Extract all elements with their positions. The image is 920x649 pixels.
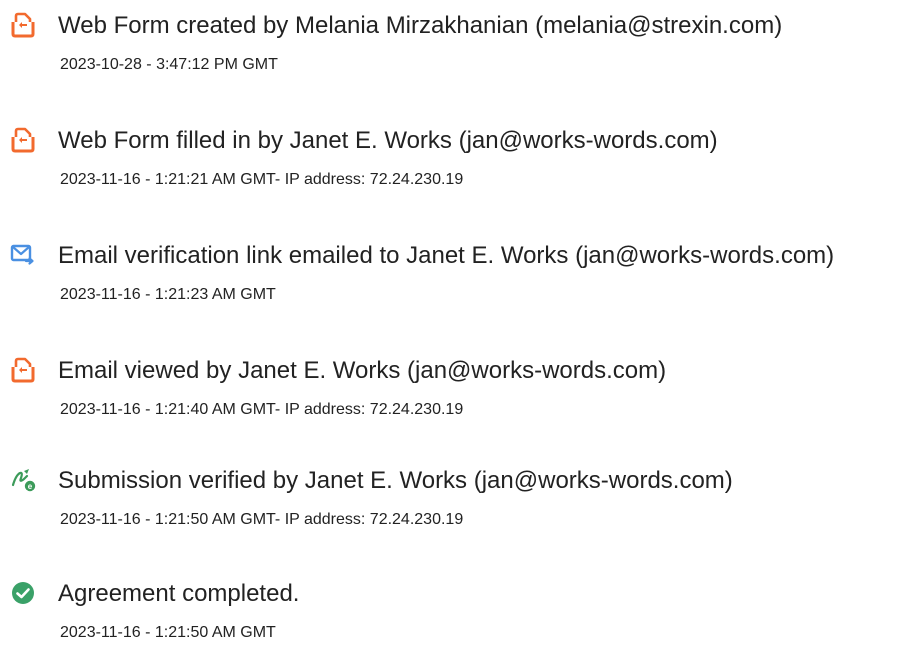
event-timestamp: 2023-11-16 - 1:21:21 AM GMT- IP address:…: [60, 171, 464, 188]
document-action-icon: [10, 127, 36, 153]
event-timestamp: 2023-11-16 - 1:21:40 AM GMT- IP address:…: [60, 401, 464, 418]
audit-event-submission-verified: e Submission verified by Janet E. Works …: [0, 467, 920, 547]
email-sent-icon: [10, 242, 36, 268]
audit-event-web-form-filled: Web Form filled in by Janet E. Works (ja…: [0, 127, 920, 207]
document-action-icon: [10, 12, 36, 38]
event-title: Web Form created by Melania Mirzakhanian…: [58, 12, 783, 39]
document-action-icon: [10, 357, 36, 383]
signature-verified-icon: e: [10, 467, 36, 493]
event-timestamp: 2023-10-28 - 3:47:12 PM GMT: [60, 56, 278, 73]
event-timestamp: 2023-11-16 - 1:21:50 AM GMT- IP address:…: [60, 511, 464, 528]
svg-text:e: e: [28, 482, 33, 491]
event-title: Agreement completed.: [58, 580, 300, 607]
event-title: Web Form filled in by Janet E. Works (ja…: [58, 127, 718, 154]
event-title: Submission verified by Janet E. Works (j…: [58, 467, 733, 494]
event-timestamp: 2023-11-16 - 1:21:23 AM GMT: [60, 286, 276, 303]
audit-event-email-verification-sent: Email verification link emailed to Janet…: [0, 242, 920, 322]
event-title: Email verification link emailed to Janet…: [58, 242, 835, 269]
audit-event-agreement-completed: Agreement completed. 2023-11-16 - 1:21:5…: [0, 580, 920, 649]
event-timestamp: 2023-11-16 - 1:21:50 AM GMT: [60, 624, 276, 641]
audit-event-web-form-created: Web Form created by Melania Mirzakhanian…: [0, 12, 920, 92]
check-circle-icon: [10, 580, 36, 606]
event-title: Email viewed by Janet E. Works (jan@work…: [58, 357, 667, 384]
audit-event-email-viewed: Email viewed by Janet E. Works (jan@work…: [0, 357, 920, 437]
